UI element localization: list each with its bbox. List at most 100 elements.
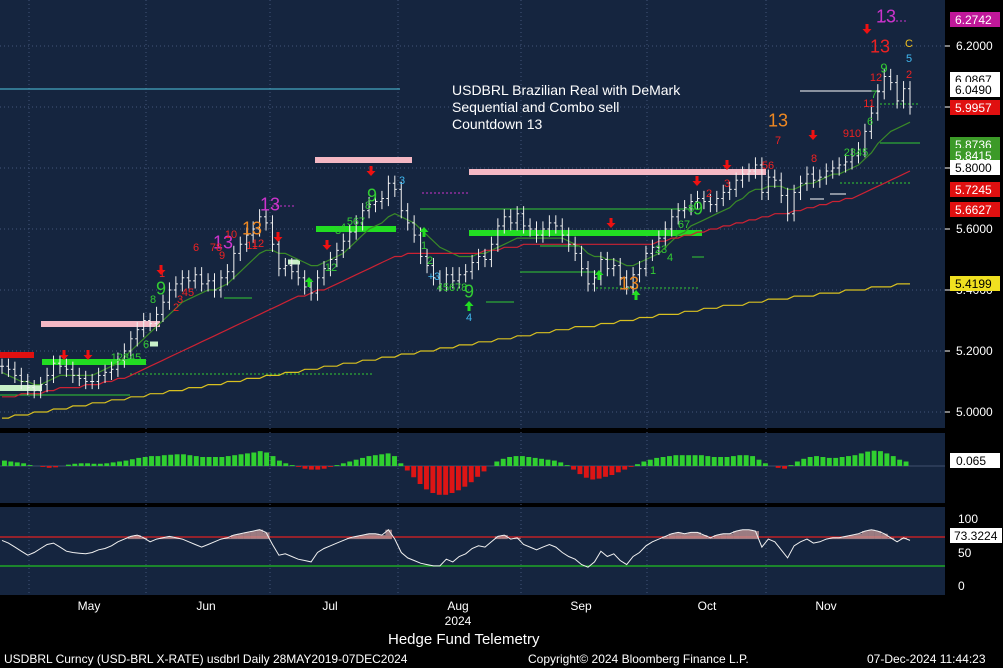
td-count-label: 6 (193, 242, 199, 254)
td-count-label: 13 (260, 194, 280, 214)
momentum-bar (219, 457, 225, 466)
momentum-bar (628, 466, 634, 467)
td-count-label: 1 (421, 240, 427, 252)
momentum-bar (820, 457, 826, 466)
td-count-label: 7 (775, 135, 781, 147)
momentum-bar (756, 459, 762, 466)
momentum-bar (385, 453, 391, 466)
momentum-bar (14, 462, 20, 466)
price-label-text: 6.2742 (955, 13, 992, 27)
momentum-bar (436, 466, 442, 495)
rsi-overbought-fill (739, 529, 747, 540)
momentum-bar (724, 457, 730, 466)
td-count-label: 6 (143, 339, 149, 351)
momentum-bar (513, 456, 519, 466)
momentum-bar (718, 457, 724, 466)
momentum-bar (852, 455, 858, 466)
td-count-label: 4 (466, 312, 472, 324)
rsi-tick-label: 0 (958, 579, 965, 593)
momentum-bar (225, 456, 231, 466)
momentum-bar (174, 454, 180, 466)
y-tick-label: 5.2000 (956, 344, 993, 358)
momentum-bar (353, 459, 359, 466)
momentum-bar (839, 457, 845, 466)
momentum-bar (181, 454, 186, 466)
momentum-bar (615, 466, 621, 473)
annotation-line-2: Sequential and Combo sell (452, 99, 620, 115)
momentum-bar (40, 466, 46, 467)
x-axis: May Jun Jul Aug Sep Oct Nov 2024 (78, 599, 837, 628)
x-tick-label: Oct (698, 599, 717, 613)
momentum-bar (500, 458, 506, 466)
td-count-label: 12 (870, 72, 882, 84)
momentum-bar (360, 457, 365, 466)
td-count-label: 45 (182, 287, 194, 299)
momentum-bar (558, 462, 564, 466)
td-count-label: 13 (768, 110, 788, 130)
momentum-bar (72, 463, 78, 466)
momentum-bar (398, 463, 404, 466)
momentum-bar (564, 465, 570, 466)
momentum-bar (711, 457, 717, 466)
momentum-bar (526, 457, 532, 466)
momentum-bar (571, 466, 576, 470)
setup-bar (288, 259, 300, 265)
momentum-value-text: 0.065 (956, 454, 986, 468)
momentum-bar (737, 455, 743, 466)
momentum-bar (417, 466, 423, 484)
momentum-bar (519, 456, 525, 466)
footer-timestamp: 07-Dec-2024 11:44:23 (867, 652, 986, 666)
rsi-overbought-fill (868, 529, 875, 540)
momentum-bar (404, 466, 410, 471)
y-tick-label: 6.2000 (956, 39, 993, 53)
td-count-label: 12 (252, 238, 264, 250)
td-count-label: 5 (906, 53, 912, 65)
momentum-bar (654, 457, 660, 466)
momentum-bar (449, 466, 455, 493)
momentum-bar (590, 466, 596, 480)
momentum-bar (705, 456, 711, 466)
momentum-bar (78, 463, 84, 466)
annotation-line-3: Countdown 13 (452, 116, 543, 132)
momentum-bar (213, 457, 218, 466)
momentum-bar (609, 466, 615, 475)
momentum-bar (85, 463, 91, 466)
rsi-overbought-fill (881, 533, 888, 540)
momentum-bar (315, 466, 321, 470)
momentum-bar (276, 460, 282, 466)
td-count-label: 9 (219, 250, 225, 262)
momentum-bar (884, 453, 890, 466)
momentum-bar (340, 463, 346, 466)
td-count-label: 3 (399, 175, 405, 187)
momentum-bar (347, 461, 353, 466)
x-tick-label: Sep (570, 599, 592, 613)
td-count-label: 13 (876, 6, 896, 26)
momentum-bar (379, 454, 385, 466)
momentum-bar (142, 457, 148, 466)
x-tick-label: May (78, 599, 101, 613)
momentum-bar (97, 463, 103, 466)
y-axis: 6.20006.00005.80005.60005.40005.20005.00… (945, 0, 1003, 630)
momentum-bar (136, 457, 142, 466)
momentum-bar (392, 456, 397, 466)
momentum-bar (686, 455, 692, 466)
momentum-bar (168, 454, 174, 466)
momentum-bar (289, 465, 295, 466)
chart-annotation: USDBRL Brazilian Real with DeMark Sequen… (452, 82, 732, 133)
price-label-text: 5.8000 (955, 161, 992, 175)
momentum-bar (794, 461, 800, 466)
td-count-label: 2 (906, 69, 912, 81)
momentum-bar (660, 457, 666, 466)
momentum-bar (635, 464, 640, 466)
momentum-bar (117, 461, 122, 466)
momentum-bar (238, 454, 244, 466)
momentum-bar (123, 460, 129, 466)
momentum-bar (539, 458, 545, 466)
footer-copyright: Copyright© 2024 Bloomberg Finance L.P. (528, 652, 749, 666)
rsi-overbought-fill (243, 532, 251, 540)
momentum-bar (372, 455, 378, 466)
momentum-bar (443, 466, 449, 495)
momentum-bar (807, 457, 813, 466)
momentum-bar (903, 461, 909, 466)
momentum-bar (826, 457, 832, 466)
